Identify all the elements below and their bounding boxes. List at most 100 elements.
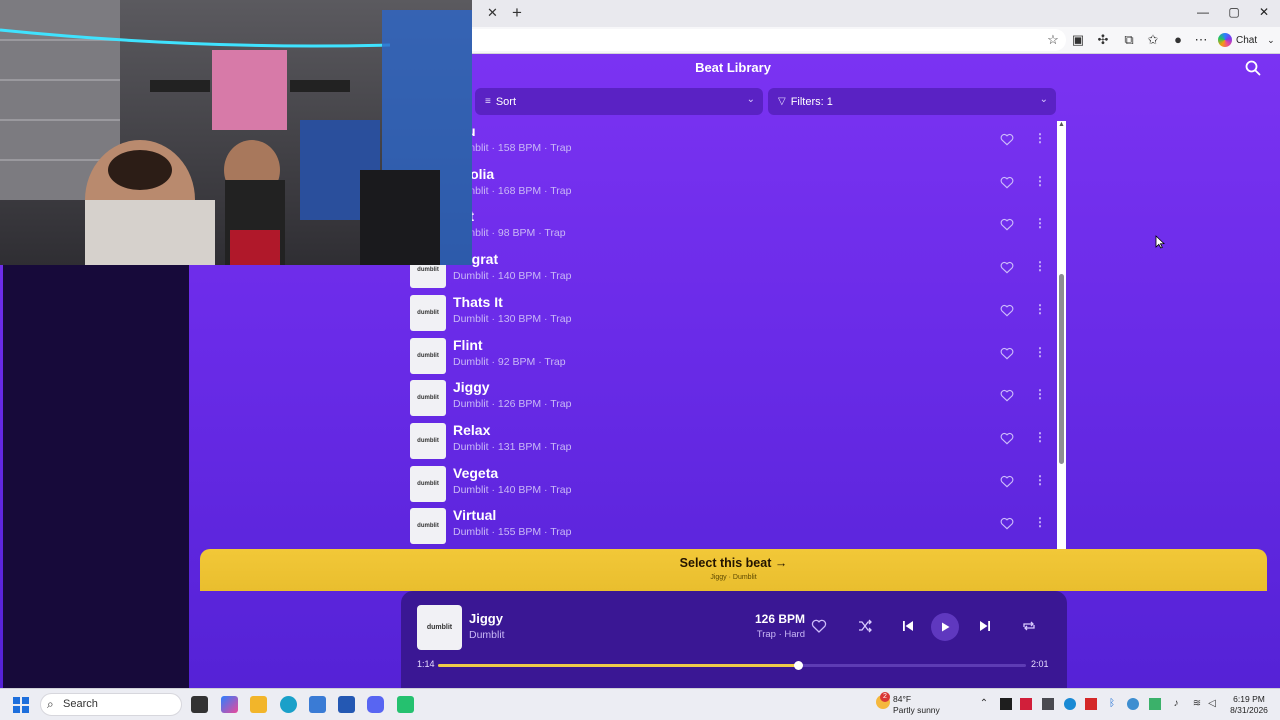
tray-app-icon[interactable] xyxy=(1149,698,1161,710)
taskbar-search[interactable]: ⌕ Search xyxy=(40,693,182,716)
heart-icon[interactable] xyxy=(1000,389,1014,402)
photos-app-icon[interactable] xyxy=(309,696,326,713)
task-view-icon[interactable] xyxy=(191,696,208,713)
heart-icon[interactable] xyxy=(1000,133,1014,146)
more-options-icon[interactable]: ⋮ xyxy=(1034,430,1046,444)
chat-label: Chat xyxy=(1236,34,1258,46)
sort-dropdown[interactable]: ≡ Sort ⌄ xyxy=(475,88,763,115)
chevron-down-icon: ⌄ xyxy=(1039,94,1048,105)
beat-row[interactable]: dumblit Relax Dumblit · 131 BPM · Trap ⋮ xyxy=(410,420,1056,462)
heart-icon[interactable] xyxy=(811,618,827,634)
beat-row[interactable]: dumblitBluDumblit · 158 BPM · Trap⋮ xyxy=(410,121,1056,163)
progress-knob[interactable] xyxy=(793,661,803,670)
more-menu-icon[interactable]: ⋯ xyxy=(1193,32,1209,48)
puzzle-icon[interactable]: ✣ xyxy=(1095,32,1111,48)
minimize-icon[interactable]: — xyxy=(1193,5,1213,19)
beat-row[interactable]: dumblitgnoliaDumblit · 168 BPM · Trap⋮ xyxy=(410,164,1056,206)
beat-title: Vegeta xyxy=(453,464,499,481)
beat-meta: Dumblit · 140 BPM · Trap xyxy=(453,483,572,496)
chat-button[interactable]: Chat ⌄ xyxy=(1218,31,1275,49)
split-screen-icon[interactable]: ⧉ xyxy=(1121,32,1137,48)
beat-row[interactable]: dumblitp ItDumblit · 98 BPM · Trap⋮ xyxy=(410,206,1056,248)
more-options-icon[interactable]: ⋮ xyxy=(1034,302,1046,316)
copilot-app-icon[interactable] xyxy=(221,696,238,713)
search-icon[interactable] xyxy=(1245,60,1261,76)
tray-app-icon[interactable] xyxy=(1127,698,1139,710)
wifi-icon[interactable]: ≋ xyxy=(1191,698,1203,710)
beat-row[interactable]: dumblit Thats It Dumblit · 130 BPM · Trap ⋮ xyxy=(410,292,1056,334)
more-options-icon[interactable]: ⋮ xyxy=(1034,259,1046,273)
beat-row[interactable]: dumblit Flint Dumblit · 92 BPM · Trap ⋮ xyxy=(410,335,1056,377)
play-button[interactable] xyxy=(931,613,959,641)
more-options-icon[interactable]: ⋮ xyxy=(1034,174,1046,188)
elapsed-time: 1:14 xyxy=(417,659,435,669)
more-options-icon[interactable]: ⋮ xyxy=(1034,515,1046,529)
heart-icon[interactable] xyxy=(1000,517,1014,530)
heart-icon[interactable] xyxy=(1000,475,1014,488)
more-options-icon[interactable]: ⋮ xyxy=(1034,131,1046,145)
weather-description: Partly sunny xyxy=(893,705,940,715)
file-explorer-icon[interactable] xyxy=(250,696,267,713)
heart-icon[interactable] xyxy=(1000,347,1014,360)
now-playing-artwork: dumblit xyxy=(417,605,462,650)
chevron-down-icon: ⌄ xyxy=(746,94,755,105)
beat-row[interactable]: dumblit Jiggy Dumblit · 126 BPM · Trap ⋮ xyxy=(410,377,1056,419)
select-beat-subtitle: Jiggy · Dumblit xyxy=(710,574,757,581)
tray-app-icon[interactable] xyxy=(1064,698,1076,710)
sort-label: Sort xyxy=(495,95,517,108)
profile-icon[interactable]: ● xyxy=(1170,32,1186,48)
scroll-up-icon[interactable]: ▲ xyxy=(1058,121,1065,128)
more-options-icon[interactable]: ⋮ xyxy=(1034,473,1046,487)
heart-icon[interactable] xyxy=(1000,176,1014,189)
tray-app-icon[interactable] xyxy=(1042,698,1054,710)
store-app-icon[interactable] xyxy=(338,696,355,713)
edge-browser-icon[interactable] xyxy=(280,696,297,713)
beat-row[interactable]: dumblit Vegeta Dumblit · 140 BPM · Trap ⋮ xyxy=(410,463,1056,505)
weather-widget[interactable]: 84°F Partly sunny xyxy=(893,694,940,716)
new-tab-icon[interactable]: + xyxy=(512,3,522,23)
heart-icon[interactable] xyxy=(1000,304,1014,317)
progress-bar[interactable] xyxy=(438,661,1026,670)
heart-icon[interactable] xyxy=(1000,432,1014,445)
tray-overflow-icon[interactable]: ⌃ xyxy=(978,698,990,710)
beat-meta: Dumblit · 155 BPM · Trap xyxy=(453,526,572,539)
favorite-star-icon[interactable]: ☆ xyxy=(1045,32,1061,48)
shuffle-icon[interactable] xyxy=(857,618,873,634)
start-button[interactable] xyxy=(13,697,29,713)
select-beat-button[interactable]: Select this beat → Jiggy · Dumblit xyxy=(200,549,1267,591)
tray-app-icon[interactable] xyxy=(1000,698,1012,710)
beat-title: Virtual xyxy=(453,507,497,524)
now-playing-artist: Dumblit xyxy=(469,629,505,641)
filters-dropdown[interactable]: ▽ Filters: 1 ⌄ xyxy=(768,88,1056,115)
more-options-icon[interactable]: ⋮ xyxy=(1034,216,1046,230)
microphone-icon[interactable]: ♪ xyxy=(1170,698,1182,710)
beat-row[interactable]: dumblit Virtual Dumblit · 155 BPM · Trap ⋮ xyxy=(410,505,1056,547)
now-playing-bpm: 126 BPM xyxy=(754,612,805,626)
beat-artwork: dumblit xyxy=(410,508,446,545)
chevron-down-icon[interactable]: ⌄ xyxy=(1267,35,1275,46)
beat-title: Relax xyxy=(453,421,491,438)
taskbar-clock[interactable]: 6:19 PM 8/31/2026 xyxy=(1224,694,1274,716)
repeat-icon[interactable] xyxy=(1021,618,1037,634)
heart-icon[interactable] xyxy=(1000,218,1014,231)
extension-icon[interactable]: ▣ xyxy=(1070,32,1086,48)
favorites-icon[interactable]: ✩ xyxy=(1145,32,1161,48)
mouse-cursor-icon xyxy=(1155,235,1165,249)
more-options-icon[interactable]: ⋮ xyxy=(1034,345,1046,359)
volume-icon[interactable]: ◁ xyxy=(1206,698,1218,710)
close-window-icon[interactable]: ✕ xyxy=(1254,5,1274,19)
game-app-icon[interactable] xyxy=(397,696,414,713)
bluetooth-icon[interactable]: ᛒ xyxy=(1106,698,1118,710)
left-panel xyxy=(3,265,189,688)
more-options-icon[interactable]: ⋮ xyxy=(1034,387,1046,401)
tray-app-icon[interactable] xyxy=(1085,698,1097,710)
close-tab-icon[interactable]: ✕ xyxy=(487,5,498,21)
beat-row[interactable]: dumblit Rugrat Dumblit · 140 BPM · Trap ⋮ xyxy=(410,249,1056,291)
maximize-icon[interactable]: ▢ xyxy=(1224,5,1244,19)
tray-app-icon[interactable] xyxy=(1020,698,1032,710)
scrollbar-thumb[interactable] xyxy=(1059,274,1064,464)
next-icon[interactable] xyxy=(977,618,993,634)
discord-app-icon[interactable] xyxy=(367,696,384,713)
heart-icon[interactable] xyxy=(1000,261,1014,274)
previous-icon[interactable] xyxy=(900,618,916,634)
